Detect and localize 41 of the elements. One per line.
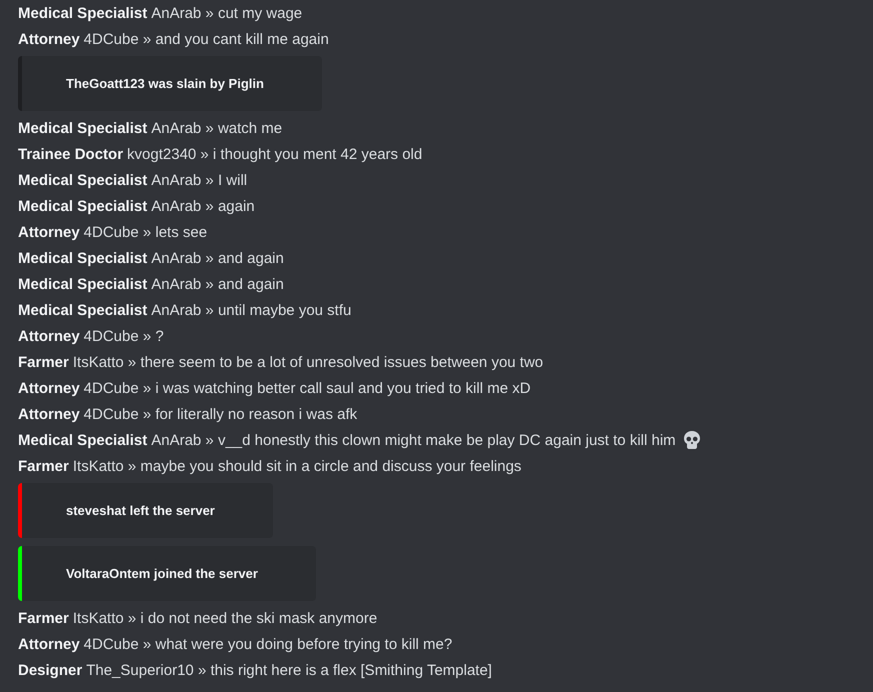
role-label: Medical Specialist <box>18 198 148 214</box>
role-label: Farmer <box>18 354 69 370</box>
role-label: Medical Specialist <box>18 120 148 136</box>
message-text: AnArab » and again <box>151 276 284 292</box>
message-text: 4DCube » ? <box>84 328 164 344</box>
role-label: Medical Specialist <box>18 276 148 292</box>
role-label: Trainee Doctor <box>18 146 124 162</box>
message-text: 4DCube » and you cant kill me again <box>84 30 329 48</box>
role-label: Medical Specialist <box>18 432 148 448</box>
role-label: Farmer <box>18 458 69 474</box>
role-label: Attorney <box>18 636 80 652</box>
message-text: AnArab » cut my wage <box>151 4 302 22</box>
event-text: steveshat left the server <box>66 503 215 518</box>
message-text: kvogt2340 » i thought you ment 42 years old <box>127 146 422 162</box>
role-label: Medical Specialist <box>18 172 148 188</box>
role-label: Attorney <box>18 224 80 240</box>
message-text: ItsKatto » there seem to be a lot of unresolved issues between you two <box>72 354 544 370</box>
message-text: AnArab » I will <box>151 172 248 188</box>
message-text: AnArab » watch me <box>151 120 282 136</box>
event-text: VoltaraOntem joined the server <box>66 566 258 581</box>
role-label: Attorney <box>18 380 80 396</box>
message-text: The_Superior10 » this right here is a flex [Smithing Template] <box>86 662 492 678</box>
message-text: 4DCube » lets see <box>84 224 208 240</box>
message-text: 4DCube » i was watching better call saul and you tried to kill me xD <box>84 380 531 396</box>
message-text: ItsKatto » maybe you should sit in a circle and discuss your feelings <box>72 458 522 474</box>
role-label: Attorney <box>18 30 80 48</box>
message-text: 4DCube » for literally no reason i was afk <box>84 406 358 422</box>
message-text: AnArab » and again <box>151 250 284 266</box>
message-text: ItsKatto » i do not need the ski mask anymore <box>72 610 378 626</box>
message-text: AnArab » again <box>151 198 255 214</box>
message-text: AnArab » until maybe you stfu <box>151 302 352 318</box>
role-label: Designer <box>18 662 82 678</box>
role-label: Medical Specialist <box>18 250 148 266</box>
role-label: Medical Specialist <box>18 302 148 318</box>
role-label: Attorney <box>18 328 80 344</box>
message-text: AnArab » v__d honestly this clown might make be play DC again just to kill him <box>151 432 676 448</box>
role-label: Medical Specialist <box>18 4 148 22</box>
message-text: 4DCube » what were you doing before trying to kill me? <box>84 636 452 652</box>
role-label: Farmer <box>18 610 69 626</box>
event-text: TheGoatt123 was slain by Piglin <box>66 76 264 91</box>
role-label: Attorney <box>18 406 80 422</box>
